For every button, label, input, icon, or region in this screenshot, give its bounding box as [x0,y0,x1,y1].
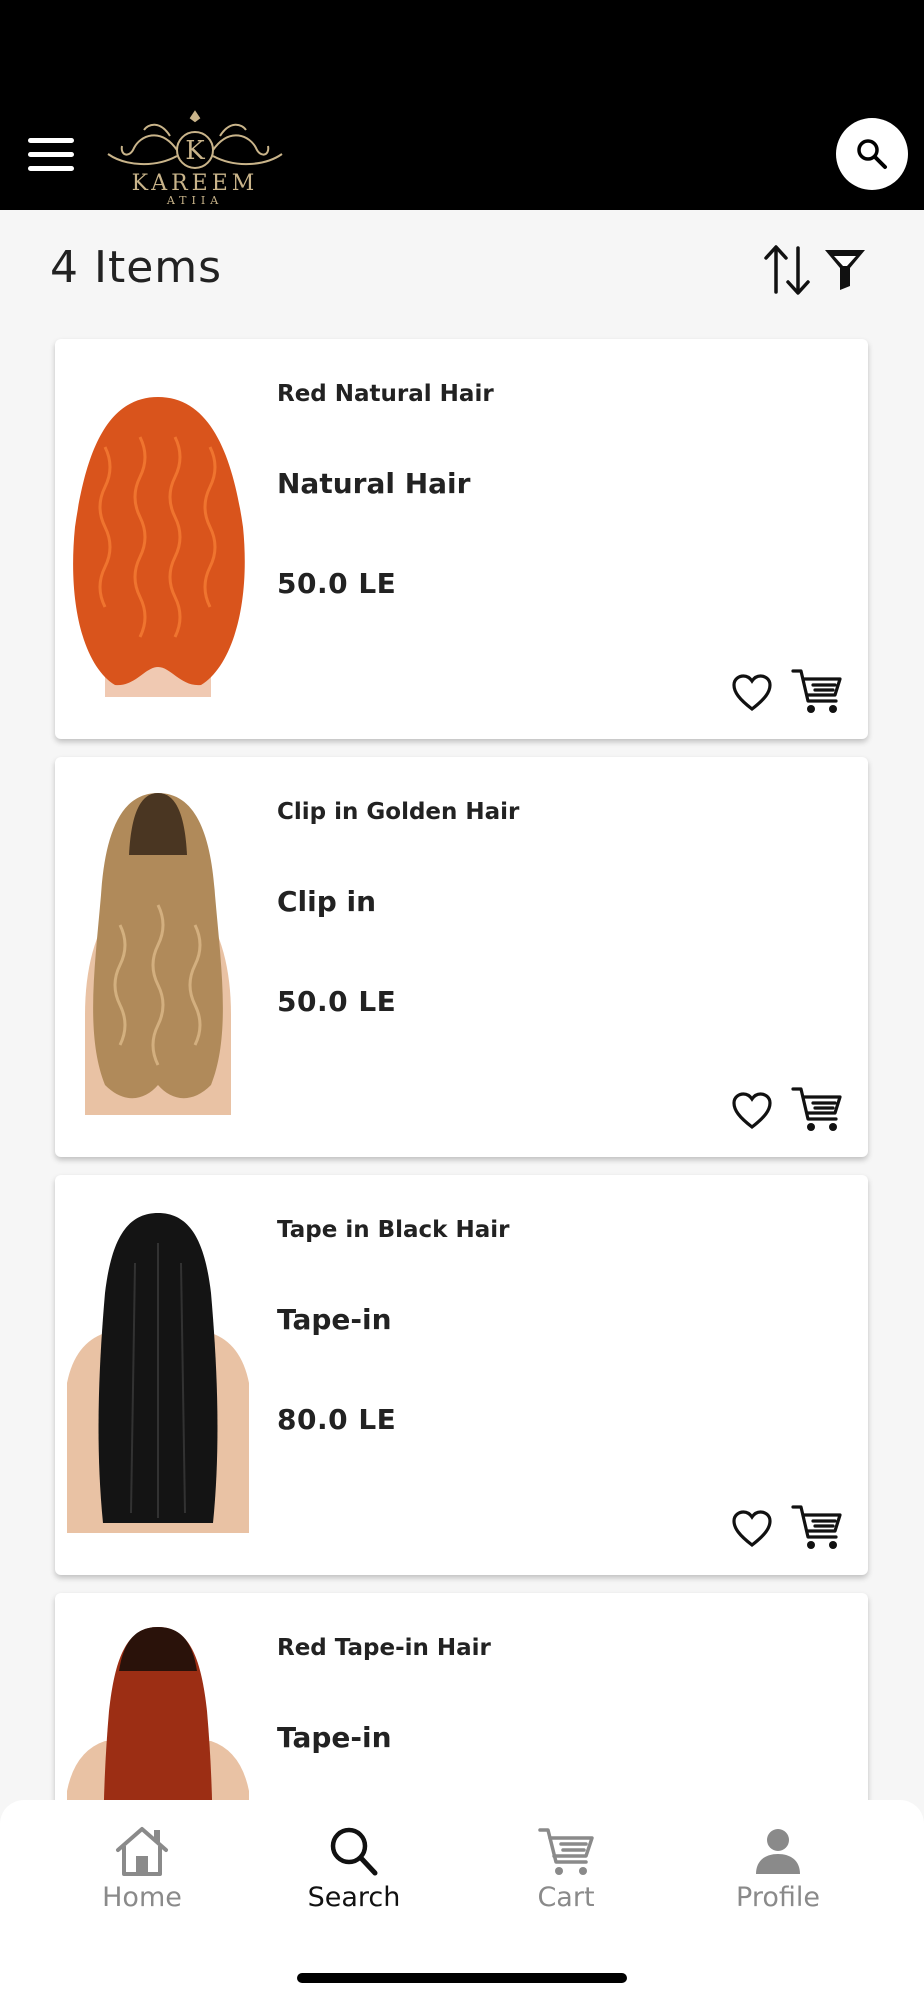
add-to-cart-icon[interactable] [791,1085,843,1135]
nav-home[interactable]: Home [57,1824,227,1913]
nav-profile[interactable]: Profile [693,1824,863,1913]
add-to-cart-icon[interactable] [791,667,843,717]
nav-profile-label: Profile [736,1882,820,1913]
product-name: Tape in Black Hair [277,1217,510,1243]
nav-cart[interactable]: Cart [481,1824,651,1913]
product-card[interactable]: Clip in Golden Hair Clip in 50.0 LE [55,757,868,1157]
product-image [65,367,251,697]
product-price: 50.0 LE [277,985,397,1018]
profile-icon [756,1829,800,1874]
product-name: Red Tape-in Hair [277,1635,491,1661]
product-category: Tape-in [277,1721,392,1754]
nav-search[interactable]: Search [269,1824,439,1913]
kareem-atiia-logo: K KAREEM ATIIA [100,106,290,207]
product-category: Natural Hair [277,467,471,500]
favorite-heart-icon[interactable] [731,673,773,713]
nav-home-label: Home [102,1882,182,1913]
nav-search-label: Search [307,1882,401,1913]
product-image [65,785,251,1115]
product-card[interactable]: Red Natural Hair Natural Hair 50.0 LE [55,339,868,739]
home-icon [116,1827,168,1876]
bottom-navigation: Home Search Cart Profile [0,1800,924,2000]
filter-funnel-icon[interactable] [822,246,868,292]
search-button[interactable] [836,118,908,190]
product-name: Red Natural Hair [277,381,494,407]
product-price: 80.0 LE [277,1403,397,1436]
favorite-heart-icon[interactable] [731,1091,773,1131]
home-indicator [297,1973,627,1983]
cart-icon [538,1828,594,1875]
items-count: 4 Items [50,242,223,293]
search-icon [857,139,887,169]
logo-text: KAREEM [132,171,259,196]
nav-cart-label: Cart [537,1882,595,1913]
favorite-heart-icon[interactable] [731,1509,773,1549]
product-price: 50.0 LE [277,567,397,600]
add-to-cart-icon[interactable] [791,1503,843,1553]
svg-text:K: K [185,136,205,166]
hamburger-menu-icon[interactable] [28,138,74,172]
product-name: Clip in Golden Hair [277,799,520,825]
search-icon [330,1827,378,1876]
sort-arrows-icon[interactable] [762,242,812,298]
product-category: Tape-in [277,1303,392,1336]
logo-subtext: ATIIA [166,194,223,206]
app-header: K KAREEM ATIIA [0,0,924,210]
product-category: Clip in [277,885,377,918]
product-card[interactable]: Tape in Black Hair Tape-in 80.0 LE [55,1175,868,1575]
product-image [65,1203,251,1533]
